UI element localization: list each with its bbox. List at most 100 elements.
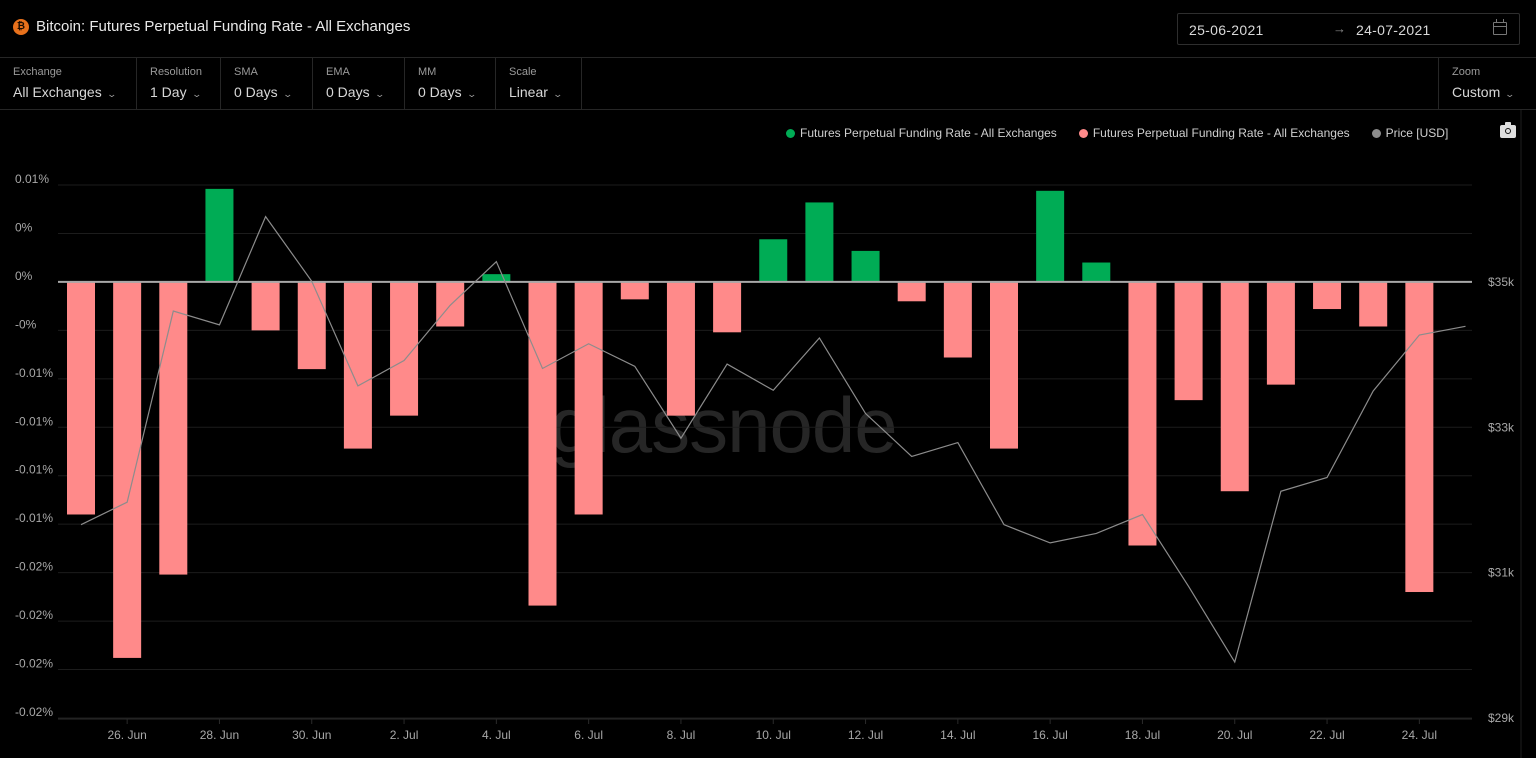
x-tick-label: 22. Jul (1309, 728, 1344, 742)
x-tick-label: 30. Jun (292, 728, 331, 742)
y-tick-label: -0.01% (15, 463, 53, 477)
bar-positive (759, 239, 788, 282)
x-tick-label: 6. Jul (574, 728, 603, 742)
mm-select[interactable]: MM 0 Days ⌄ (405, 58, 496, 109)
y-axis-left: 0.01% 0% 0% -0% -0.01% -0.01% -0.01% -0.01% -0.0… (15, 172, 53, 719)
resolution-label: Resolution (150, 66, 202, 78)
y-tick-label: 0% (15, 220, 33, 234)
x-tick-label: 14. Jul (940, 728, 975, 742)
y-tick-label: -0.02% (15, 560, 53, 574)
bar-negative (574, 281, 603, 515)
ema-value: 0 Days (326, 84, 370, 100)
y-tick-label: -0.01% (15, 366, 53, 380)
bar-negative (943, 281, 972, 358)
arrow-right-icon: → (1333, 21, 1346, 36)
scale-label: Scale (509, 66, 537, 78)
bar-negative (113, 281, 142, 658)
bar-negative (713, 281, 742, 333)
resolution-value: 1 Day (150, 84, 187, 100)
bitcoin-icon: ₿ (13, 18, 29, 35)
bar-negative (1128, 281, 1157, 546)
x-tick-label: 2. Jul (390, 728, 419, 742)
y-tick-label: -0.02% (15, 608, 53, 622)
x-tick-label: 10. Jul (756, 728, 791, 742)
date-to-input[interactable]: 24-07-2021 (1356, 22, 1431, 38)
date-from-input[interactable]: 25-06-2021 (1189, 22, 1264, 38)
bar-negative (528, 281, 557, 606)
bar-negative (1359, 281, 1388, 327)
ema-select[interactable]: EMA 0 Days ⌄ (313, 58, 405, 109)
y-tick-label: -0.02% (15, 657, 53, 671)
bar-positive (205, 188, 234, 282)
mm-label: MM (418, 66, 437, 78)
chart-controls: Exchange All Exchanges ⌄ Resolution 1 Day… (0, 58, 1536, 110)
price-tick-label: $31k (1488, 566, 1515, 580)
y-tick-label: -0.02% (15, 705, 53, 719)
scale-value: Linear (509, 84, 548, 100)
bar-positive (1082, 262, 1111, 282)
bar-negative (990, 281, 1018, 449)
bar-negative (251, 281, 280, 331)
price-tick-label: $35k (1488, 275, 1515, 289)
chevron-down-icon: ⌄ (552, 89, 563, 99)
x-tick-label: 8. Jul (667, 728, 696, 742)
chevron-down-icon: ⌄ (1504, 89, 1516, 99)
y-tick-label: 0.01% (15, 172, 49, 186)
bar-negative (67, 281, 95, 515)
header-bar: ₿ Bitcoin: Futures Perpetual Funding Rat… (0, 0, 1536, 58)
price-tick-label: $29k (1488, 711, 1515, 725)
x-tick-label: 4. Jul (482, 728, 511, 742)
bar-positive (482, 274, 511, 282)
bar-negative (1313, 281, 1342, 310)
funding-bars (67, 188, 1434, 658)
price-tick-label: $33k (1488, 420, 1515, 434)
zoom-label: Zoom (1452, 66, 1481, 78)
bar-negative (159, 281, 188, 575)
x-tick-label: 26. Jun (107, 728, 146, 742)
chevron-down-icon: ⌄ (466, 89, 477, 99)
exchange-label: Exchange (13, 66, 62, 78)
bar-positive (1036, 190, 1065, 282)
date-range-picker[interactable]: 25-06-2021 → 24-07-2021 (1177, 13, 1520, 45)
bar-negative (1405, 281, 1434, 593)
page-title: Bitcoin: Futures Perpetual Funding Rate … (36, 18, 411, 35)
bar-negative (297, 281, 326, 370)
y-tick-label: -0% (15, 317, 37, 331)
ema-label: EMA (326, 66, 350, 78)
bar-negative (1266, 281, 1295, 385)
chevron-down-icon: ⌄ (374, 89, 385, 99)
bar-negative (666, 281, 695, 416)
bar-negative (343, 281, 372, 449)
zoom-select[interactable]: Zoom Custom ⌄ (1438, 58, 1536, 109)
price-line (80, 215, 1466, 664)
y-tick-label: -0.01% (15, 414, 53, 428)
bar-negative (436, 281, 465, 327)
x-tick-label: 12. Jul (848, 728, 883, 742)
bar-negative (1220, 281, 1249, 492)
chevron-down-icon: ⌄ (106, 89, 117, 99)
x-axis: 26. Jun 28. Jun 30. Jun 2. Jul 4. Jul 6. Jul 8… (58, 718, 1472, 742)
x-tick-label: 28. Jun (200, 728, 239, 742)
y-tick-label: 0% (15, 269, 33, 283)
x-tick-label: 18. Jul (1125, 728, 1160, 742)
sma-select[interactable]: SMA 0 Days ⌄ (221, 58, 313, 109)
bar-negative (897, 281, 926, 302)
resolution-select[interactable]: Resolution 1 Day ⌄ (137, 58, 221, 109)
exchange-value: All Exchanges (13, 84, 102, 100)
x-tick-label: 16. Jul (1032, 728, 1067, 742)
sma-value: 0 Days (234, 84, 278, 100)
bar-positive (851, 250, 880, 282)
x-tick-label: 20. Jul (1217, 728, 1252, 742)
scale-select[interactable]: Scale Linear ⌄ (496, 58, 582, 109)
x-tick-label: 24. Jul (1402, 728, 1437, 742)
chart-title-group: ₿ Bitcoin: Futures Perpetual Funding Rat… (13, 18, 410, 35)
bar-positive (805, 202, 834, 282)
chevron-down-icon: ⌄ (282, 89, 293, 99)
y-tick-label: -0.01% (15, 511, 53, 525)
exchange-select[interactable]: Exchange All Exchanges ⌄ (0, 58, 137, 109)
mm-value: 0 Days (418, 84, 462, 100)
calendar-icon[interactable] (1493, 19, 1507, 35)
bar-negative (1174, 281, 1203, 401)
funding-rate-chart: 0.01% 0% 0% -0% -0.01% -0.01% -0.01% -0.01% -0.0… (15, 110, 1522, 758)
y-axis-right: $35k $33k $31k $29k (1488, 110, 1522, 758)
